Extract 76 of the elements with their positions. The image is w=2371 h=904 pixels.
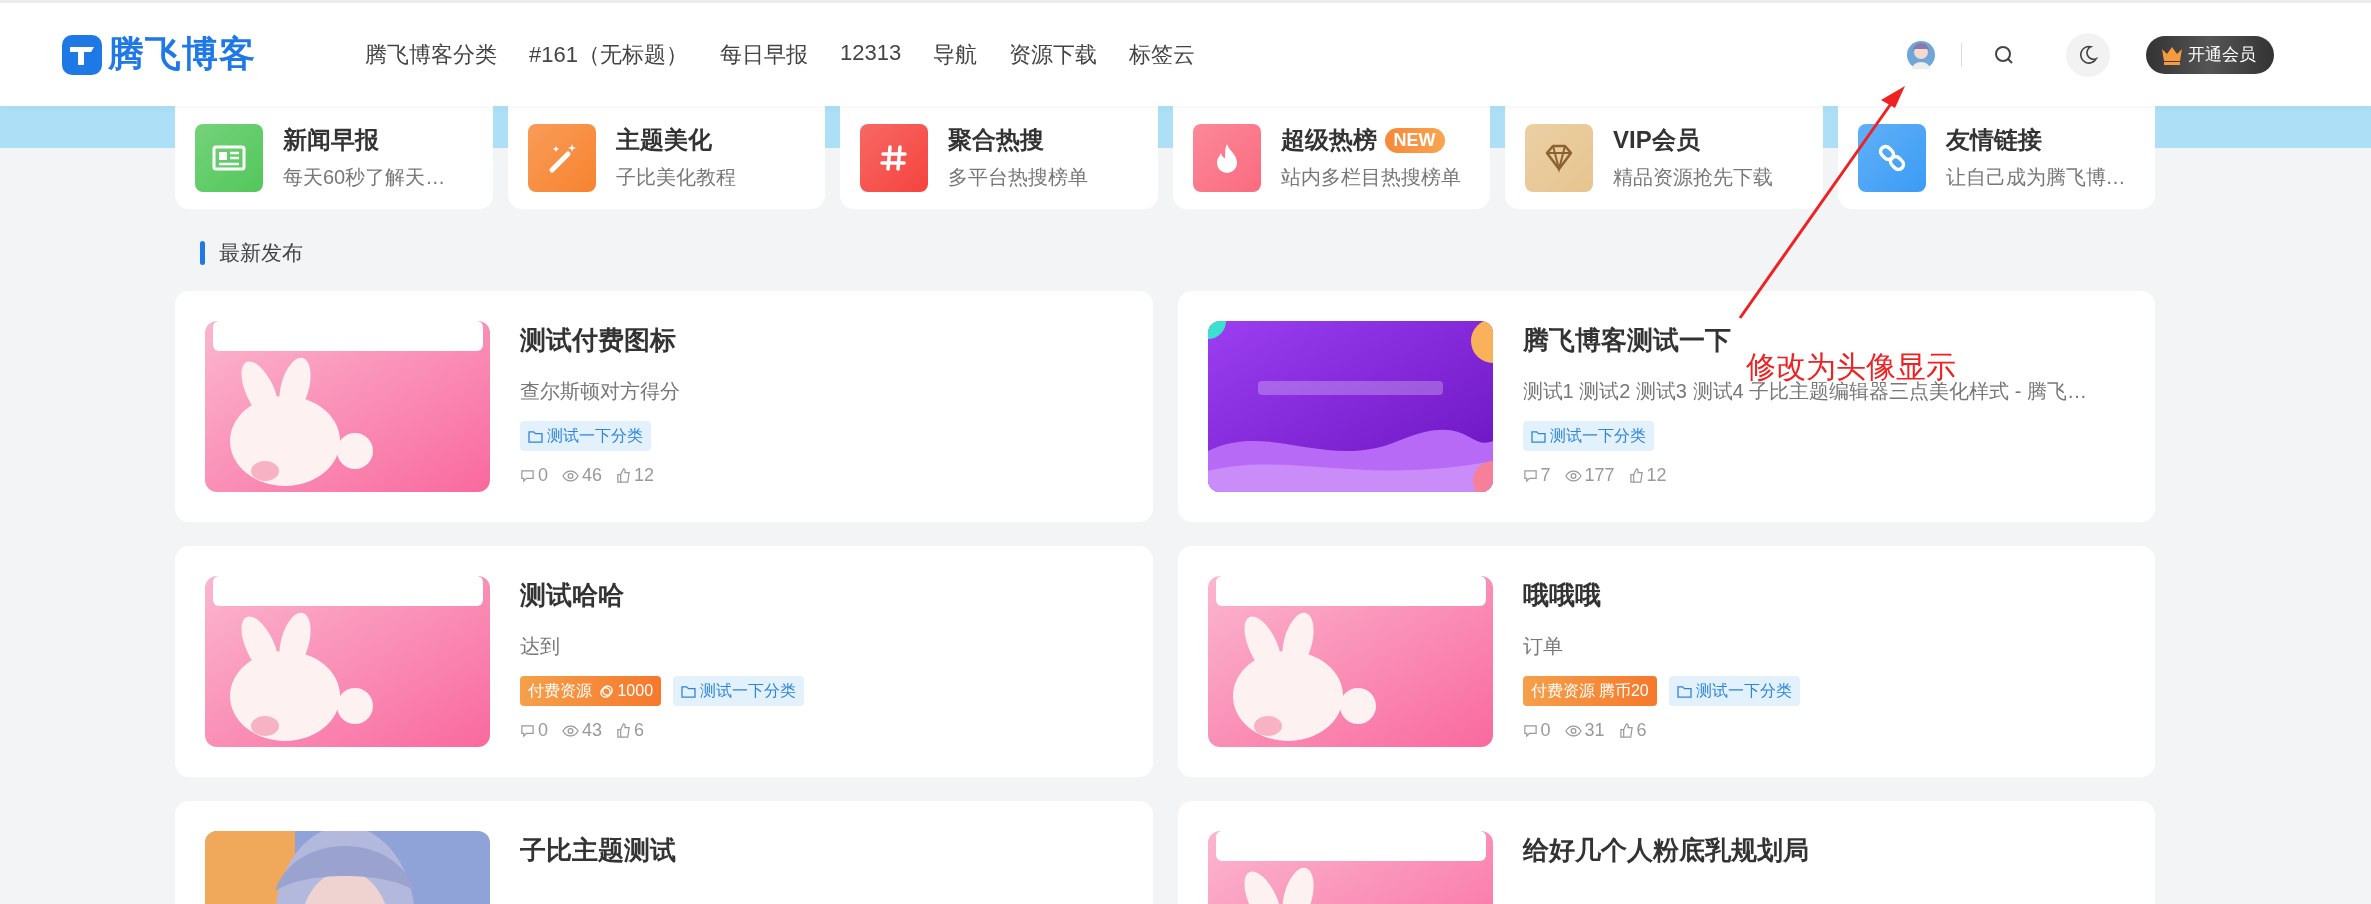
nav-link[interactable]: 12313 [839, 39, 902, 70]
category-card[interactable]: 新闻早报 每天60秒了解天… [175, 106, 493, 209]
thumbs-up-icon [616, 468, 632, 483]
category-title: 主题美化 [615, 125, 712, 155]
nav-link[interactable]: 每日早报 [719, 39, 808, 70]
thumbs-up-icon [616, 723, 632, 738]
category-subtitle: 子比美化教程 [615, 165, 736, 190]
category-subtitle: 让自己成为腾飞博… [1945, 165, 2126, 190]
nav-link[interactable]: 标签云 [1129, 39, 1196, 70]
comment-count: 7 [1522, 465, 1551, 486]
site-logo[interactable]: 腾飞博客 [62, 30, 365, 79]
like-count: 6 [616, 720, 645, 741]
category-title: 友情链接 [1945, 125, 2042, 155]
nav-link[interactable]: 导航 [933, 39, 978, 70]
folder-icon [1676, 684, 1692, 698]
category-title: 超级热榜 [1280, 125, 1377, 155]
section-title: 最新发布 [219, 240, 303, 266]
eye-icon [562, 468, 579, 483]
post-card[interactable]: 哦哦哦 订单 付费资源 腾币20 测试一下分类 0 31 6 [1177, 546, 2155, 777]
thumbs-up-icon [1628, 468, 1644, 483]
folder-icon [1530, 429, 1546, 443]
view-count: 177 [1564, 465, 1615, 486]
post-card[interactable]: 子比主题测试 [175, 801, 1153, 904]
post-title[interactable]: 测试哈哈 [520, 578, 805, 613]
category-subtitle: 每天60秒了解天… [283, 165, 446, 190]
eye-icon [1564, 723, 1582, 738]
category-title: 聚合热搜 [948, 125, 1044, 155]
comment-count: 0 [1522, 720, 1551, 741]
comment-icon [1522, 468, 1538, 483]
nav-link[interactable]: 资源下载 [1009, 39, 1098, 70]
thumbs-up-icon [1618, 723, 1634, 738]
folder-icon [681, 684, 697, 698]
view-count: 43 [562, 720, 603, 741]
nav-link[interactable]: #161（无标题） [529, 39, 688, 70]
post-excerpt: 订单 [1522, 634, 1564, 659]
view-count: 46 [562, 465, 603, 486]
like-count: 12 [616, 465, 655, 486]
comment-icon [520, 723, 535, 738]
folder-icon [528, 429, 543, 443]
eye-icon [562, 723, 579, 738]
post-excerpt: 达到 [520, 634, 561, 659]
comment-count: 0 [520, 465, 548, 486]
new-badge: NEW [1384, 127, 1445, 153]
like-count: 12 [1628, 465, 1667, 486]
category-subtitle: 站内多栏目热搜榜单 [1280, 165, 1461, 190]
category-title: VIP会员 [1613, 125, 1700, 155]
comment-icon [520, 468, 535, 483]
logo-icon [62, 34, 102, 75]
post-title[interactable]: 给好几个人粉底乳规划局 [1522, 833, 1809, 868]
post-card[interactable]: 测试付费图标 查尔斯顿对方得分 测试一下分类 0 46 12 [175, 291, 1153, 522]
nav-link[interactable]: 腾飞博客分类 [365, 39, 497, 70]
category-card[interactable]: 聚合热搜 多平台热搜榜单 [840, 106, 1158, 209]
vip-button[interactable]: 开通会员 [2146, 35, 2274, 74]
view-count: 31 [1564, 720, 1605, 741]
post-excerpt: 查尔斯顿对方得分 [520, 379, 680, 404]
category-title: 新闻早报 [283, 125, 379, 155]
post-card[interactable]: 给好几个人粉底乳规划局 [1177, 801, 2155, 904]
category-card[interactable]: 友情链接 让自己成为腾飞博… [1837, 106, 2155, 209]
section-marker [200, 241, 205, 265]
moon-icon [2077, 43, 2099, 66]
category-card[interactable]: 超级热榜 NEW 站内多栏目热搜榜单 [1172, 106, 1490, 209]
comment-icon [1522, 723, 1538, 738]
post-card[interactable]: 测试哈哈 达到 付费资源 1000 测试一下分类 0 43 6 [175, 546, 1153, 777]
like-count: 6 [1618, 720, 1647, 741]
category-card[interactable]: 主题美化 子比美化教程 [507, 106, 825, 209]
category-subtitle: 精品资源抢先下载 [1613, 165, 1773, 190]
dark-mode-button[interactable] [2066, 32, 2110, 77]
post-title[interactable]: 哦哦哦 [1522, 578, 1800, 613]
avatar-icon[interactable] [1906, 39, 1936, 70]
coin-icon [600, 684, 614, 698]
post-title[interactable]: 子比主题测试 [520, 833, 676, 868]
eye-icon [1564, 468, 1582, 483]
comment-count: 0 [520, 720, 548, 741]
post-title[interactable]: 测试付费图标 [520, 323, 680, 358]
category-card[interactable]: VIP会员 精品资源抢先下载 [1505, 106, 1823, 209]
category-subtitle: 多平台热搜榜单 [948, 165, 1088, 190]
